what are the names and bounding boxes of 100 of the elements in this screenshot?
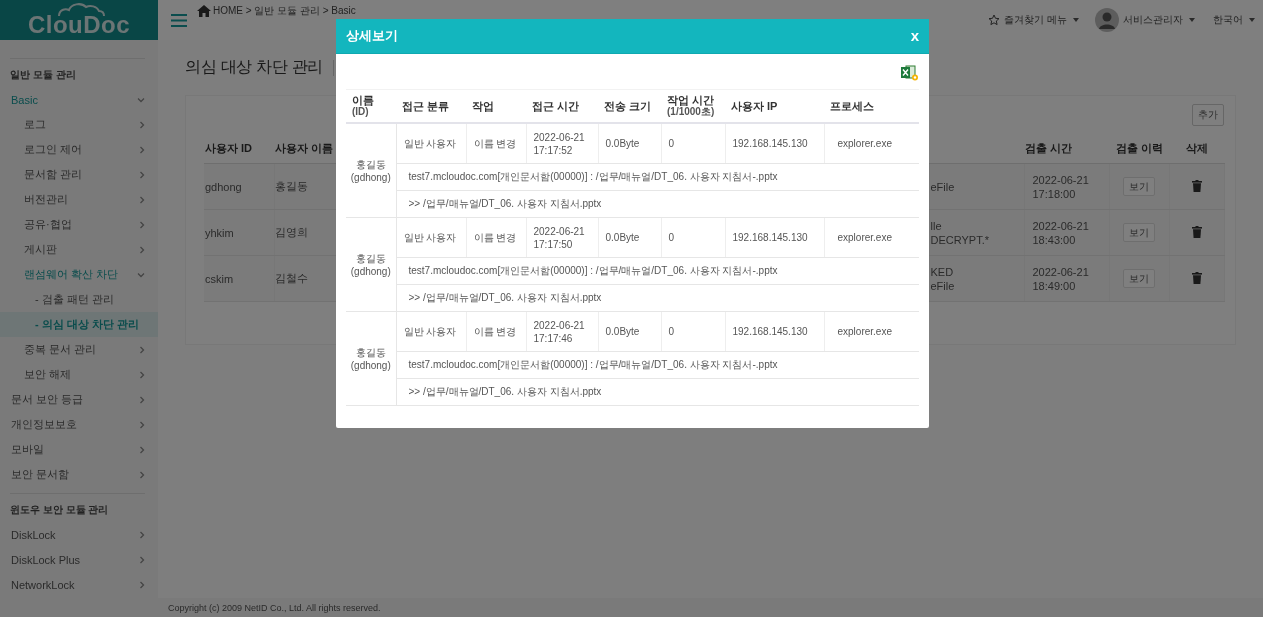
star-icon[interactable] xyxy=(988,14,1001,26)
menu-icon[interactable] xyxy=(171,13,187,27)
table-cell: 0 xyxy=(668,138,675,149)
caret-icon xyxy=(1189,18,1195,22)
table-cell: 이름 변경 xyxy=(473,231,517,243)
table-cell: test7.mcloudoc.com[개인문서함(00000)] : /업무/매뉴얼/DT_06. 사용자 지침서-.pptx xyxy=(408,171,778,182)
table-cell: 2022-06-21 xyxy=(1032,264,1089,279)
table-cell: 17:17:50 xyxy=(533,237,573,251)
table-cell: 0.0Byte xyxy=(605,138,640,149)
table-cell: DECRYPT.* xyxy=(930,232,989,247)
copyright-text: Copyright (c) 2009 NetID Co., Ltd. All rights reserved. xyxy=(168,602,381,613)
table-cell: eFile xyxy=(930,278,955,293)
home-icon[interactable] xyxy=(197,5,211,17)
table-cell: 2022-06-21 xyxy=(1032,218,1089,233)
favorites-menu[interactable]: 즐겨찾기 메뉴 xyxy=(1004,13,1067,27)
table-cell: 2022-06-21 xyxy=(1032,172,1089,187)
table-cell: 2022-06-21 xyxy=(533,318,585,332)
sidebar-item[interactable]: DiskLock xyxy=(0,522,158,547)
table-cell: 18:43:00 xyxy=(1032,232,1076,247)
trash-icon[interactable] xyxy=(1191,179,1202,192)
table-cell: 17:17:46 xyxy=(533,331,573,345)
sidebar-item[interactable]: - 검출 패턴 관리 xyxy=(0,287,158,312)
table-cell: 192.168.145.130 xyxy=(732,326,808,337)
table-cell: 홍길동 xyxy=(274,180,308,192)
column-header: 삭제 xyxy=(1186,141,1208,154)
sidebar-item[interactable]: - 의심 대상 차단 관리 xyxy=(0,312,158,337)
caret-icon xyxy=(1249,18,1255,22)
table-cell: >> /업무/매뉴얼/DT_06. 사용자 지침서.pptx xyxy=(408,386,602,397)
table-cell: 0 xyxy=(668,232,675,243)
sidebar-item[interactable]: 공유·협업 xyxy=(0,212,158,237)
sidebar-item[interactable]: 중복 문서 관리 xyxy=(0,337,158,362)
sidebar-item[interactable]: 게시판 xyxy=(0,237,158,262)
excel-export-icon[interactable] xyxy=(901,64,919,81)
table-cell: test7.mcloudoc.com[개인문서함(00000)] : /업무/매뉴얼/DT_06. 사용자 지침서-.pptx xyxy=(408,265,778,276)
table-cell: 2022-06-21 xyxy=(533,224,585,238)
table-cell: lle xyxy=(930,218,942,233)
table-cell: 일반 사용자 xyxy=(403,137,457,149)
caret-icon xyxy=(1073,18,1079,22)
table-cell: eFile xyxy=(930,179,955,194)
table-cell: 0 xyxy=(668,326,675,337)
column-header: 검출 이력 xyxy=(1115,141,1164,154)
sidebar-item[interactable]: 개인정보보호 xyxy=(0,412,158,437)
add-button[interactable]: 추가 xyxy=(1192,104,1224,126)
trash-icon[interactable] xyxy=(1191,225,1202,238)
close-button[interactable]: x xyxy=(908,28,921,44)
column-header: 이름 xyxy=(352,94,374,106)
column-header: 사용자 IP xyxy=(731,100,778,112)
column-header: 사용자 ID xyxy=(205,141,253,154)
table-cell: 홍길동 xyxy=(355,251,386,265)
table-cell: 2022-06-21 xyxy=(533,130,585,144)
trash-icon[interactable] xyxy=(1191,271,1202,284)
column-subheader: (ID) xyxy=(352,106,369,118)
view-button[interactable]: 보기 xyxy=(1123,269,1155,288)
sidebar-item[interactable]: DiskLock Plus xyxy=(0,547,158,572)
table-cell: 192.168.145.130 xyxy=(732,232,808,243)
table-cell: (gdhong) xyxy=(350,358,391,372)
table-cell: (gdhong) xyxy=(350,264,391,278)
table-cell: >> /업무/매뉴얼/DT_06. 사용자 지침서.pptx xyxy=(408,292,602,303)
table-cell: 일반 사용자 xyxy=(403,325,457,337)
table-cell: KED xyxy=(930,264,954,279)
column-header: 프로세스 xyxy=(830,100,874,112)
sidebar-item[interactable]: 로그 xyxy=(0,112,158,137)
table-cell: 김영희 xyxy=(274,226,308,238)
avatar-icon[interactable] xyxy=(1095,8,1119,32)
breadcrumb: HOME > 일반 모듈 관리 > Basic xyxy=(213,5,356,17)
table-cell: explorer.exe xyxy=(837,326,892,337)
user-menu[interactable]: 서비스관리자 xyxy=(1123,13,1183,27)
sidebar-item[interactable]: 모바일 xyxy=(0,437,158,462)
table-cell: 0.0Byte xyxy=(605,232,640,243)
table-cell: gdhong xyxy=(205,180,242,193)
column-header: 작업 시간 xyxy=(667,94,715,106)
logo-text: ClouDoc xyxy=(27,13,131,37)
cloud-icon xyxy=(57,3,105,17)
sidebar-item[interactable]: 문서함 관리 xyxy=(0,162,158,187)
column-subheader: (1/1000초) xyxy=(667,106,715,118)
sidebar-item[interactable]: 보안 문서함 xyxy=(0,462,158,487)
table-cell: 0.0Byte xyxy=(605,326,640,337)
column-header: 사용자 이름 xyxy=(275,141,334,154)
sidebar-item[interactable]: 로그인 제어 xyxy=(0,137,158,162)
sidebar-item[interactable]: 버전관리 xyxy=(0,187,158,212)
table-cell: explorer.exe xyxy=(837,232,892,243)
sidebar-item[interactable]: NetworkLock xyxy=(0,572,158,597)
language-menu[interactable]: 한국어 xyxy=(1213,13,1243,27)
table-cell: 이름 변경 xyxy=(473,325,517,337)
table-cell: 18:49:00 xyxy=(1032,278,1076,293)
sidebar-item[interactable]: Basic xyxy=(0,87,158,112)
table-cell: cskim xyxy=(205,272,234,285)
table-cell: 17:17:52 xyxy=(533,143,573,157)
sidebar-item[interactable]: 문서 보안 등급 xyxy=(0,387,158,412)
sidebar-item[interactable]: 보안 해제 xyxy=(0,362,158,387)
view-button[interactable]: 보기 xyxy=(1123,223,1155,242)
column-header: 검출 시간 xyxy=(1025,141,1073,154)
sidebar-item[interactable]: 랜섬웨어 확산 차단 xyxy=(0,262,158,287)
column-header: 접근 시간 xyxy=(532,100,580,112)
view-button[interactable]: 보기 xyxy=(1123,177,1155,196)
table-cell: test7.mcloudoc.com[개인문서함(00000)] : /업무/매뉴얼/DT_06. 사용자 지침서-.pptx xyxy=(408,359,778,370)
table-cell: >> /업무/매뉴얼/DT_06. 사용자 지침서.pptx xyxy=(408,198,602,209)
table-cell: explorer.exe xyxy=(837,138,892,149)
table-cell: 17:18:00 xyxy=(1032,186,1076,201)
table-cell: yhkim xyxy=(205,226,234,239)
